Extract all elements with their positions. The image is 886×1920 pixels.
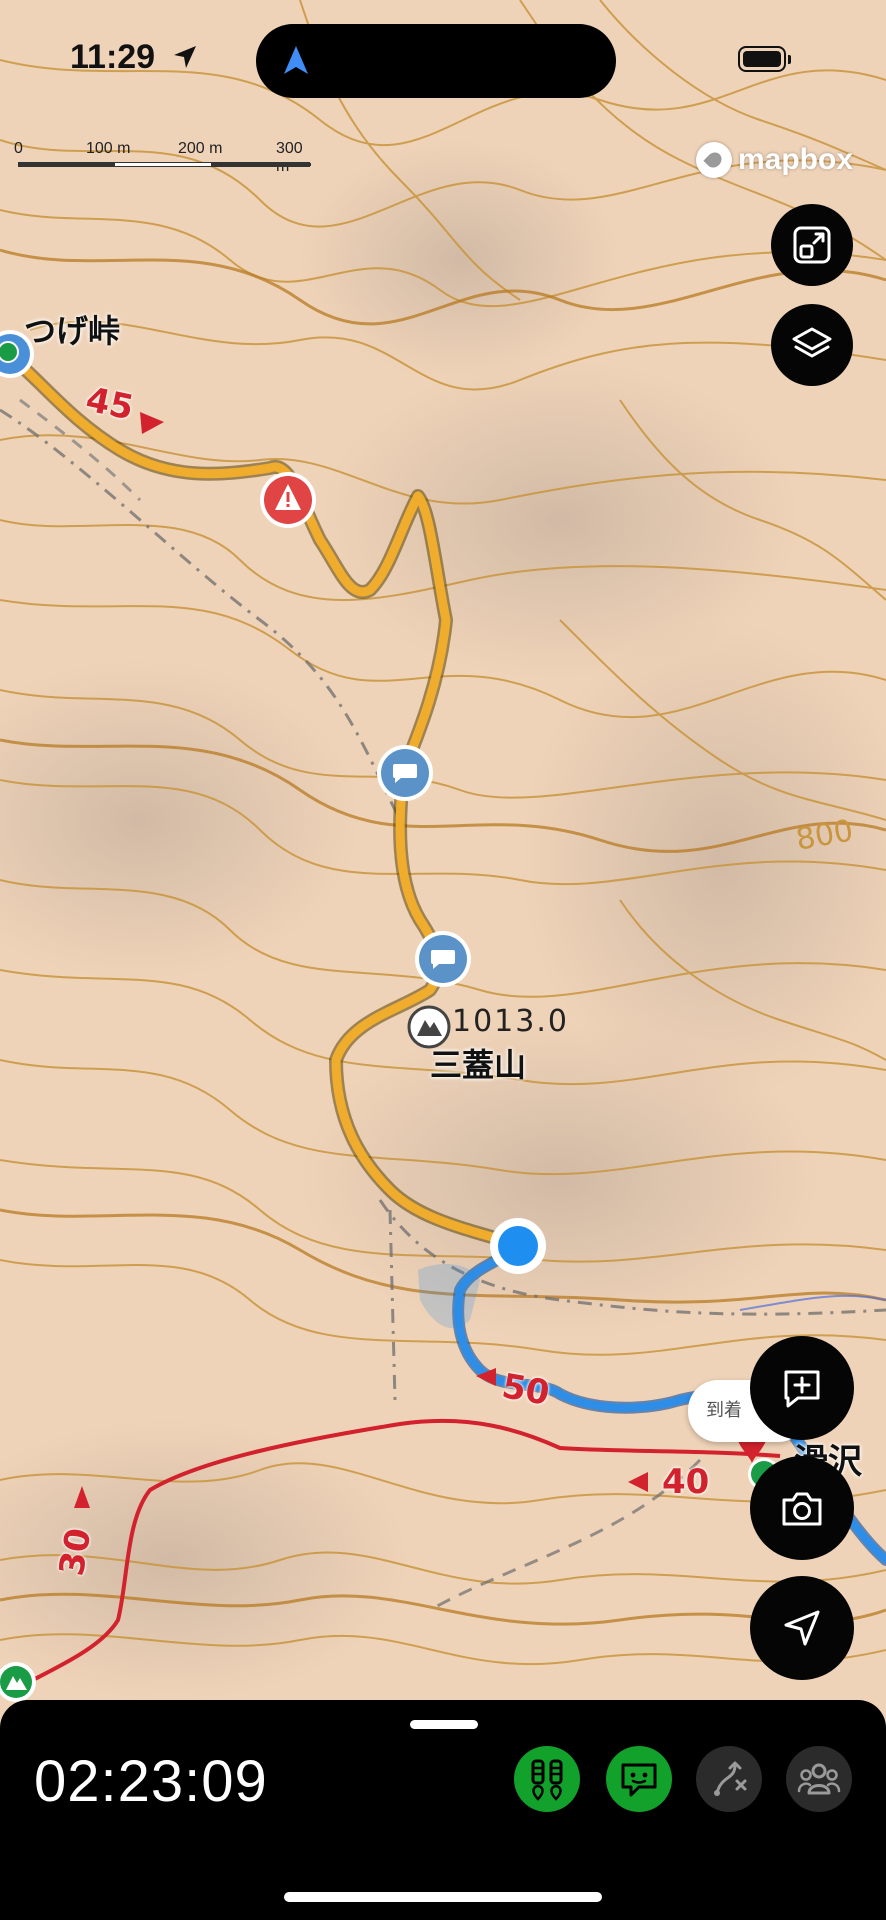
expand-icon	[793, 226, 831, 264]
mapbox-logo-text: mapbox	[738, 143, 854, 176]
summit-elevation-label: 1013.0	[452, 1004, 569, 1039]
warning-marker	[260, 472, 316, 528]
scale-label: 100 m	[86, 140, 131, 157]
add-note-icon	[784, 1370, 820, 1408]
scale-label: 0	[14, 140, 23, 157]
comment-marker-2	[415, 931, 471, 987]
mapbox-logo: mapbox	[696, 140, 853, 180]
battery-icon	[738, 46, 791, 72]
camera-icon	[782, 1492, 822, 1526]
current-location-dot	[490, 1218, 546, 1274]
sheet-grabber[interactable]	[410, 1720, 478, 1729]
camera-button[interactable]	[750, 1456, 854, 1560]
elapsed-time: 02:23:09	[34, 1749, 268, 1814]
route-time-marker: 50	[498, 1366, 553, 1414]
comment-marker-1	[377, 745, 433, 801]
location-arrow-icon	[784, 1610, 820, 1646]
add-note-button[interactable]	[750, 1336, 854, 1440]
hikers-pin-icon	[531, 1759, 563, 1801]
dog-chat-mode-button[interactable]	[606, 1746, 672, 1812]
pass-label-north: つげ峠	[24, 312, 121, 350]
locate-me-button[interactable]	[750, 1576, 854, 1680]
layers-icon	[792, 327, 832, 358]
scale-bar-graphic	[18, 162, 311, 167]
route-time-marker: 30	[51, 1525, 100, 1579]
navigation-arrow-icon	[284, 46, 308, 74]
expand-button[interactable]	[771, 204, 853, 286]
scale-label: 300 m	[276, 140, 303, 175]
location-services-icon	[174, 46, 196, 68]
summit-name-label: 三蓋山	[430, 1046, 527, 1084]
tracking-bottom-sheet[interactable]: 02:23:09	[0, 1700, 886, 1920]
status-time: 11:29	[70, 38, 156, 76]
scale-bar: 0 100 m 200 m 300 m	[14, 140, 311, 180]
dog-chat-icon	[621, 1763, 657, 1797]
home-indicator	[284, 1892, 602, 1902]
route-deviation-icon	[714, 1761, 747, 1796]
route-deviation-mode-button[interactable]	[696, 1746, 762, 1812]
group-mode-button[interactable]	[786, 1746, 852, 1812]
route-time-marker: 40	[662, 1462, 710, 1502]
mapbox-mark-icon	[696, 142, 732, 178]
layers-button[interactable]	[771, 304, 853, 386]
hikers-mode-button[interactable]	[514, 1746, 580, 1812]
dynamic-island[interactable]	[256, 24, 616, 98]
scale-label: 200 m	[178, 140, 223, 157]
group-icon	[797, 1763, 841, 1795]
